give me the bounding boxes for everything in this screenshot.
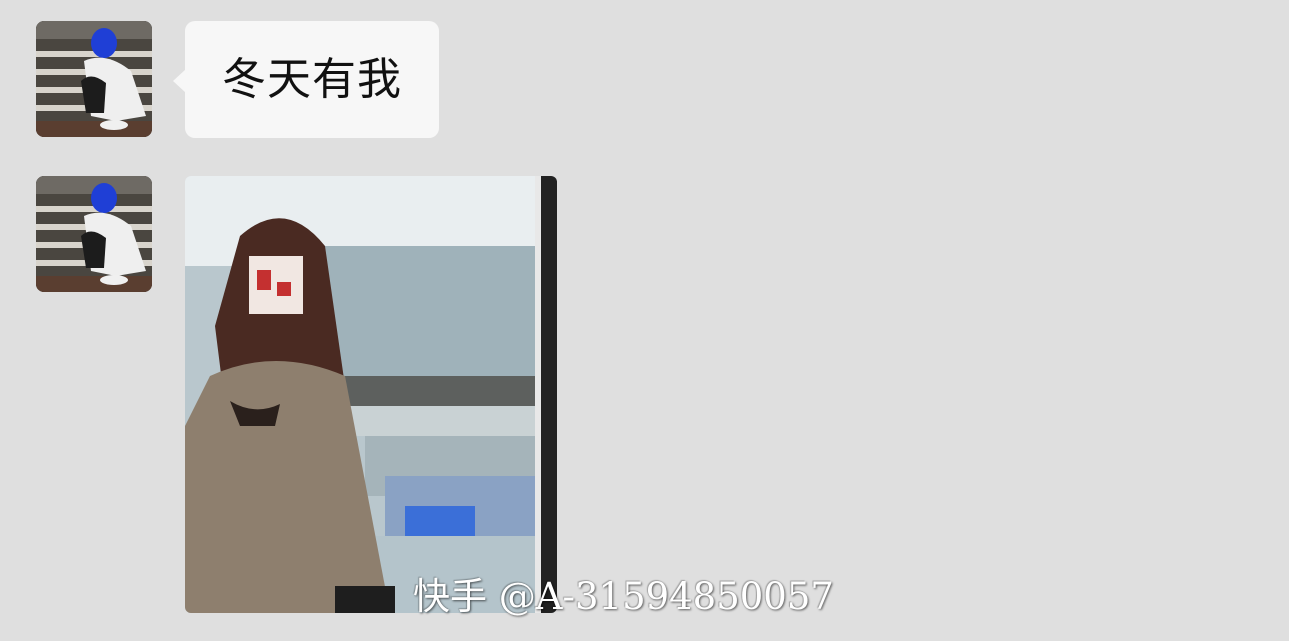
user-avatar-icon [36, 176, 152, 292]
message-text: 冬天有我 [222, 53, 402, 105]
chat-view: 冬天有我 快手 @A-31594850057 [0, 0, 1289, 641]
image-message[interactable] [185, 176, 557, 613]
photo-image [185, 176, 557, 613]
watermark: 快手 @A-31594850057 [413, 575, 834, 618]
user-avatar-icon [36, 21, 152, 137]
avatar[interactable] [36, 21, 152, 137]
avatar[interactable] [36, 176, 152, 292]
message-bubble[interactable]: 冬天有我 [173, 21, 439, 138]
